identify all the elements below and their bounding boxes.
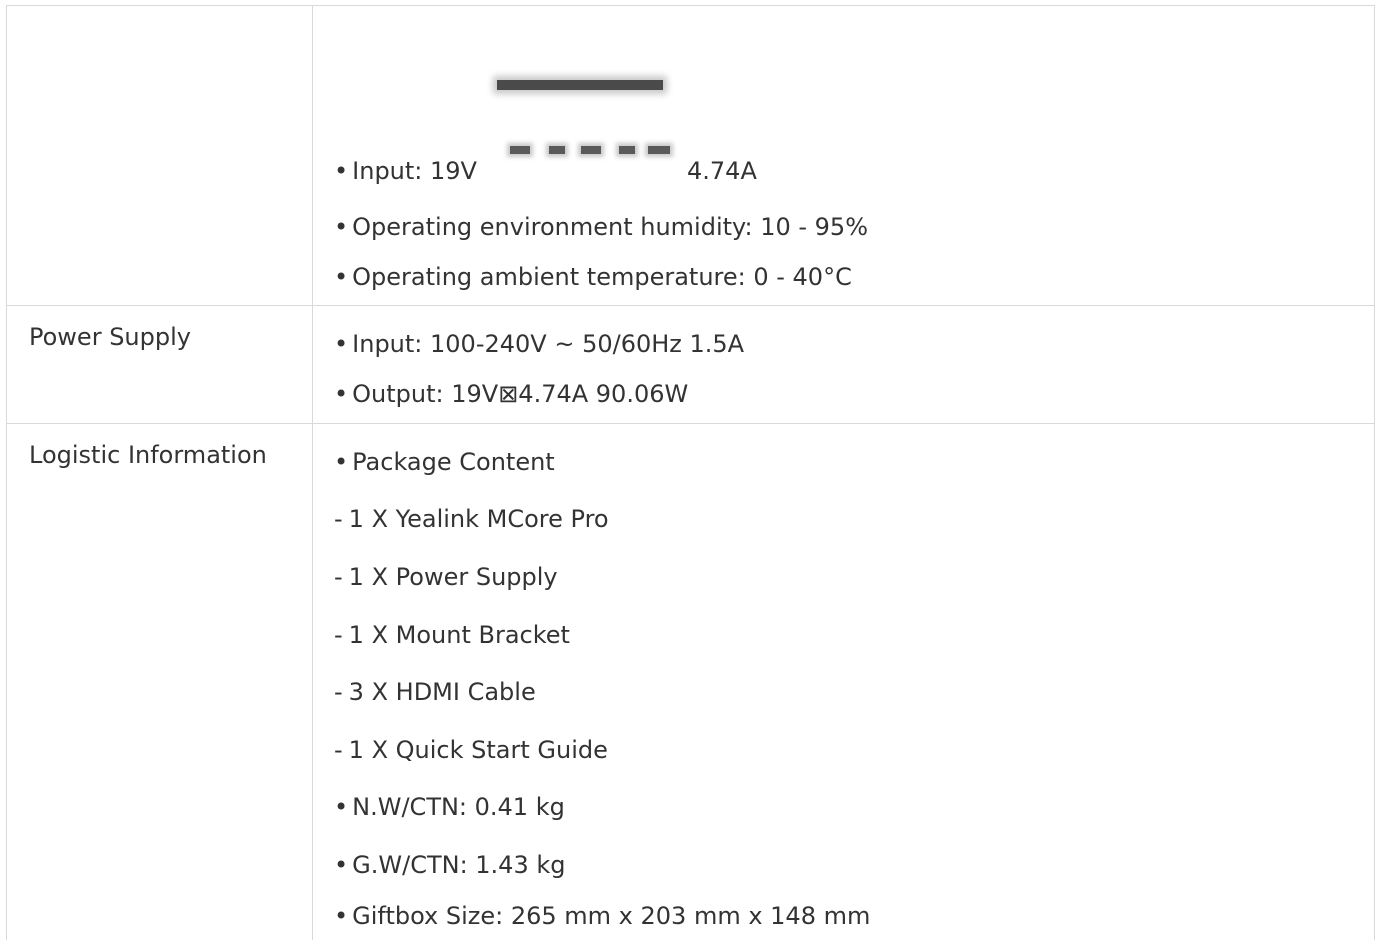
spec-row-environment: Input: 19V 4.74A Operating environment h…	[7, 6, 1374, 306]
spec-line-package-item: 1 X Mount Bracket	[334, 620, 570, 650]
dc-symbol-dash	[648, 146, 670, 154]
dc-symbol-dash	[549, 146, 565, 154]
dc-symbol-dash	[581, 146, 601, 154]
dc-symbol-solid-line	[497, 80, 663, 90]
spec-line-humidity: Operating environment humidity: 10 - 95%	[334, 212, 868, 242]
spec-table: Input: 19V 4.74A Operating environment h…	[6, 5, 1375, 940]
column-divider	[312, 423, 313, 940]
spec-line-package-item: 1 X Quick Start Guide	[334, 735, 608, 765]
dc-symbol-dash	[619, 146, 635, 154]
spec-line-ps-output: Output: 19V⊠4.74A 90.06W	[334, 379, 688, 409]
dc-symbol-dash	[510, 146, 530, 154]
spec-line-input-current: 4.74A	[687, 157, 757, 185]
row-label: Logistic Information	[29, 441, 267, 469]
spec-line-input: Input: 19V	[334, 156, 477, 186]
spec-line-temperature: Operating ambient temperature: 0 - 40°C	[334, 262, 852, 292]
column-divider	[312, 6, 313, 305]
spec-line-net-weight: N.W/CTN: 0.41 kg	[334, 792, 565, 822]
row-label: Power Supply	[29, 323, 191, 351]
spec-line-package-content: Package Content	[334, 447, 555, 477]
spec-row-power-supply: Power Supply Input: 100-240V ~ 50/60Hz 1…	[7, 305, 1374, 424]
spec-line-package-item: 1 X Power Supply	[334, 562, 558, 592]
column-divider	[312, 305, 313, 423]
spec-line-package-item: 1 X Yealink MCore Pro	[334, 504, 609, 534]
spec-line-gross-weight: G.W/CTN: 1.43 kg	[334, 850, 565, 880]
spec-line-ps-input: Input: 100-240V ~ 50/60Hz 1.5A	[334, 329, 744, 359]
spec-row-logistic-information: Logistic Information Package Content 1 X…	[7, 423, 1374, 940]
spec-line-giftbox-size: Giftbox Size: 265 mm x 203 mm x 148 mm	[334, 901, 870, 931]
spec-line-package-item: 3 X HDMI Cable	[334, 677, 536, 707]
